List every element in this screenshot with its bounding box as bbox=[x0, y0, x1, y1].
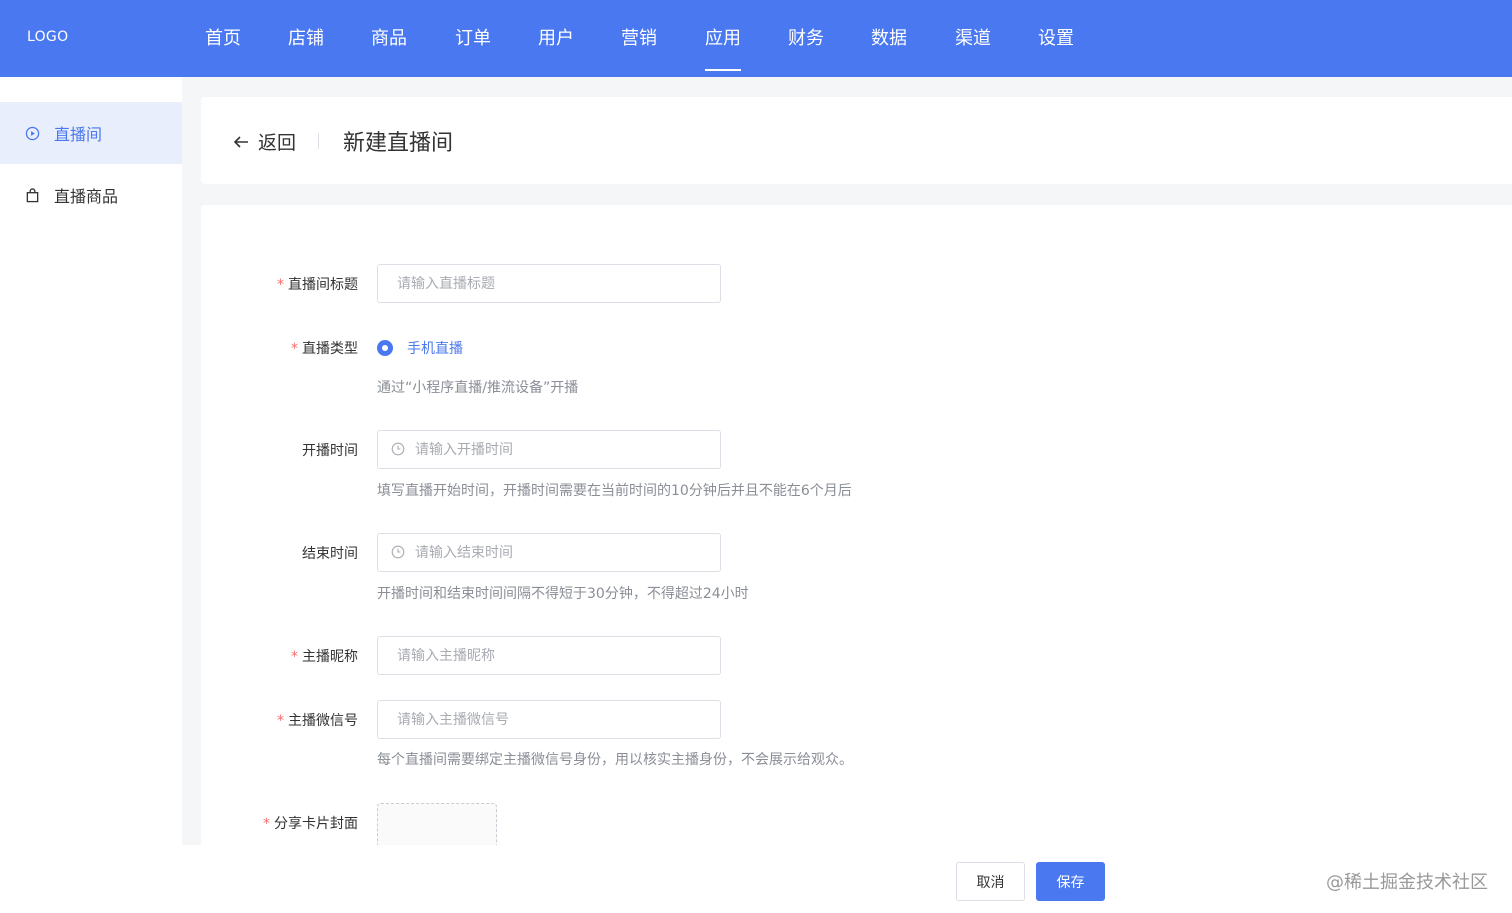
start-time-label: 开播时间 bbox=[302, 443, 358, 459]
radio-checked-icon bbox=[377, 340, 393, 356]
page-header: 返回 新建直播间 bbox=[201, 97, 1512, 184]
required-mark: * bbox=[291, 649, 298, 665]
required-mark: * bbox=[277, 713, 284, 729]
nav-item-settings[interactable]: 设置 bbox=[1038, 24, 1074, 50]
radio-label: 手机直播 bbox=[407, 341, 463, 357]
sidebar: 直播间 直播商品 bbox=[0, 77, 182, 913]
top-navigation-bar: LOGO 首页 店铺 商品 订单 用户 营销 应用 财务 数据 渠道 设置 bbox=[0, 0, 1512, 77]
header-divider bbox=[318, 133, 319, 149]
host-wechat-hint: 每个直播间需要绑定主播微信号身份，用以核实主播身份，不会展示给观众。 bbox=[377, 752, 853, 768]
play-circle-icon bbox=[24, 125, 40, 141]
nav-item-channels[interactable]: 渠道 bbox=[955, 24, 991, 50]
nav-item-data[interactable]: 数据 bbox=[871, 24, 907, 50]
share-cover-label: * 分享卡片封面 bbox=[263, 816, 358, 832]
room-title-input[interactable] bbox=[377, 264, 721, 303]
room-title-label: * 直播间标题 bbox=[277, 277, 358, 293]
start-time-input[interactable] bbox=[377, 430, 721, 469]
nav-item-orders[interactable]: 订单 bbox=[455, 24, 491, 50]
host-nickname-label: * 主播昵称 bbox=[291, 649, 358, 665]
live-type-label: * 直播类型 bbox=[291, 341, 358, 357]
required-mark: * bbox=[291, 341, 298, 357]
save-button[interactable]: 保存 bbox=[1036, 862, 1105, 901]
end-time-hint: 开播时间和结束时间间隔不得短于30分钟，不得超过24小时 bbox=[377, 586, 749, 602]
nav-item-apps[interactable]: 应用 bbox=[705, 24, 741, 71]
end-time-label: 结束时间 bbox=[302, 546, 358, 562]
shopping-bag-icon bbox=[24, 187, 40, 203]
back-label: 返回 bbox=[258, 132, 297, 154]
logo: LOGO bbox=[27, 29, 69, 45]
sidebar-item-label: 直播商品 bbox=[54, 187, 119, 206]
nav-item-marketing[interactable]: 营销 bbox=[621, 24, 657, 50]
watermark: @稀土掘金技术社区 bbox=[1326, 872, 1488, 893]
nav-item-products[interactable]: 商品 bbox=[371, 24, 407, 50]
cancel-button[interactable]: 取消 bbox=[956, 862, 1025, 901]
host-wechat-input[interactable] bbox=[377, 700, 721, 739]
nav-item-home[interactable]: 首页 bbox=[205, 24, 241, 50]
nav-item-store[interactable]: 店铺 bbox=[288, 24, 324, 50]
required-mark: * bbox=[263, 816, 270, 832]
arrow-left-icon bbox=[233, 135, 248, 148]
sidebar-item-live-products[interactable]: 直播商品 bbox=[0, 164, 182, 226]
nav-item-finance[interactable]: 财务 bbox=[788, 24, 824, 50]
nav-item-users[interactable]: 用户 bbox=[538, 24, 574, 50]
live-room-form: *直播间标题 *直播类型 手机直播 通过“小程序直播/推流设备”开播 开播时间 … bbox=[201, 205, 1512, 853]
live-type-hint: 通过“小程序直播/推流设备”开播 bbox=[377, 380, 579, 396]
end-time-input[interactable] bbox=[377, 533, 721, 572]
live-type-radio-mobile[interactable]: 手机直播 bbox=[377, 338, 463, 358]
host-wechat-label: * 主播微信号 bbox=[277, 713, 358, 729]
host-nickname-input[interactable] bbox=[377, 636, 721, 675]
page-title: 新建直播间 bbox=[343, 131, 454, 156]
start-time-hint: 填写直播开始时间，开播时间需要在当前时间的10分钟后并且不能在6个月后 bbox=[377, 483, 852, 499]
back-button[interactable]: 返回 bbox=[232, 128, 296, 155]
sidebar-item-live-room[interactable]: 直播间 bbox=[0, 102, 182, 164]
sidebar-item-label: 直播间 bbox=[54, 125, 103, 144]
form-footer: 取消 保存 @稀土掘金技术社区 bbox=[0, 845, 1512, 913]
required-mark: * bbox=[277, 277, 284, 293]
